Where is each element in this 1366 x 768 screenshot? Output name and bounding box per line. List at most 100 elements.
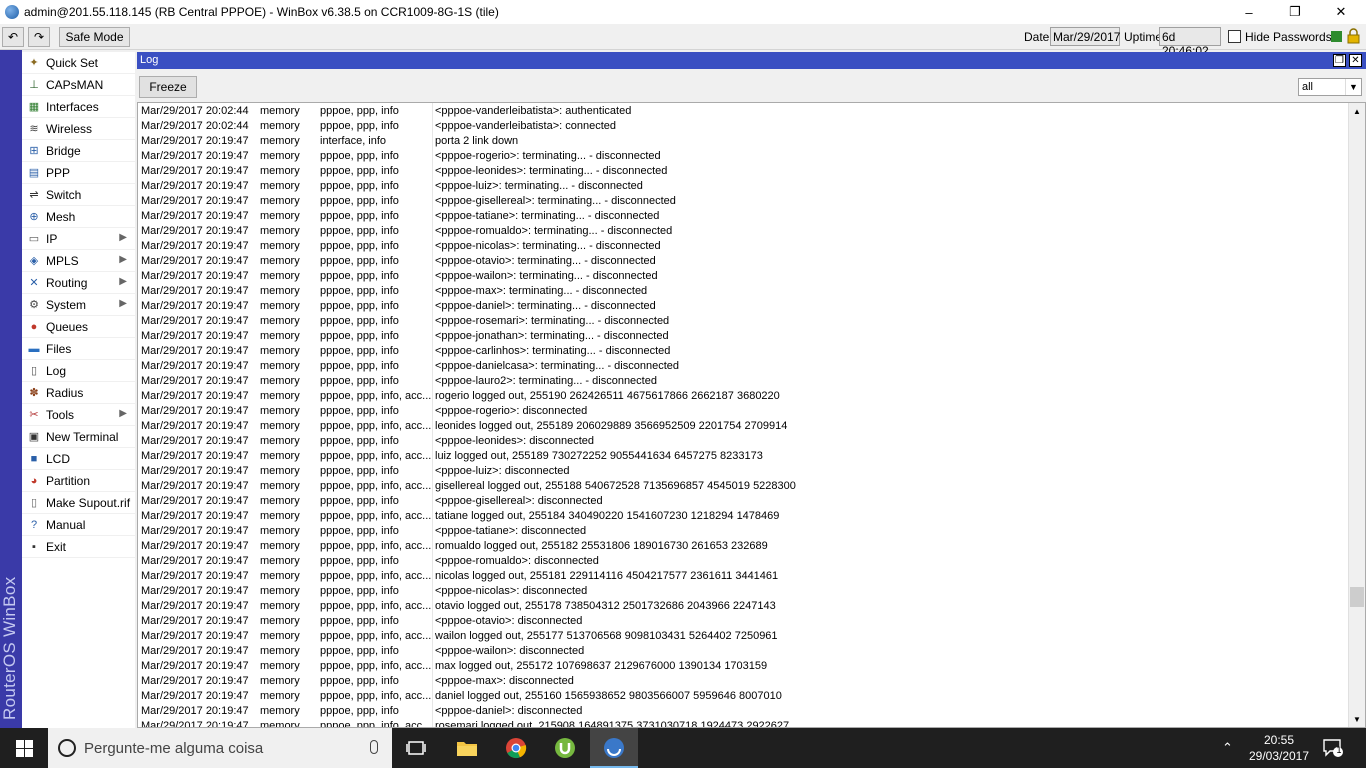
mpls-icon: ◈ — [29, 254, 39, 267]
table-row[interactable]: Mar/29/2017 20:19:47 memory pppoe, ppp, in… — [138, 524, 1348, 539]
table-row[interactable]: Mar/29/2017 20:19:47 memory pppoe, ppp, in… — [138, 539, 1348, 554]
log-message: <pppoe-tatiane>: terminating... - discon… — [435, 210, 660, 222]
table-row[interactable]: Mar/29/2017 20:19:47 memory pppoe, ppp, in… — [138, 614, 1348, 629]
table-row[interactable]: Mar/29/2017 20:19:47 memory pppoe, ppp, in… — [138, 179, 1348, 194]
table-row[interactable]: Mar/29/2017 20:19:47 memory pppoe, ppp, in… — [138, 254, 1348, 269]
sidebar-item-ip[interactable]: ▭ IP ▶ — [22, 228, 135, 250]
microphone-icon[interactable] — [370, 740, 378, 754]
sidebar-item-radius[interactable]: ✽ Radius — [22, 382, 135, 404]
sidebar-item-mpls[interactable]: ◈ MPLS ▶ — [22, 250, 135, 272]
sidebar-item-partition[interactable]: ◕ Partition — [22, 470, 135, 492]
table-row[interactable]: Mar/29/2017 20:19:47 memory pppoe, ppp, in… — [138, 329, 1348, 344]
scroll-down-icon[interactable]: ▼ — [1349, 711, 1365, 727]
sidebar-item-make-supout-rif[interactable]: ▯ Make Supout.rif — [22, 492, 135, 514]
table-row[interactable]: Mar/29/2017 20:19:47 memory pppoe, ppp, in… — [138, 359, 1348, 374]
sidebar-item-switch[interactable]: ⇌ Switch — [22, 184, 135, 206]
table-row[interactable]: Mar/29/2017 20:19:47 memory pppoe, ppp, in… — [138, 389, 1348, 404]
table-row[interactable]: Mar/29/2017 20:19:47 memory pppoe, ppp, in… — [138, 194, 1348, 209]
table-row[interactable]: Mar/29/2017 20:19:47 memory interface, inf… — [138, 134, 1348, 149]
sidebar-item-interfaces[interactable]: ▦ Interfaces — [22, 96, 135, 118]
minimize-button[interactable]: – — [1226, 0, 1272, 24]
table-row[interactable]: Mar/29/2017 20:19:47 memory pppoe, ppp, in… — [138, 434, 1348, 449]
scroll-up-icon[interactable]: ▲ — [1349, 103, 1365, 119]
table-row[interactable]: Mar/29/2017 20:19:47 memory pppoe, ppp, in… — [138, 314, 1348, 329]
redo-button[interactable]: ↷ — [28, 27, 50, 47]
table-row[interactable]: Mar/29/2017 20:02:44 memory pppoe, ppp, in… — [138, 104, 1348, 119]
taskbar-search-box[interactable]: Pergunte-me alguma coisa — [48, 728, 392, 768]
log-topics: pppoe, ppp, info, acc... — [320, 450, 432, 462]
sidebar-item-ppp[interactable]: ▤ PPP — [22, 162, 135, 184]
sidebar-item-manual[interactable]: ? Manual — [22, 514, 135, 536]
table-row[interactable]: Mar/29/2017 20:19:47 memory pppoe, ppp, in… — [138, 659, 1348, 674]
table-row[interactable]: Mar/29/2017 20:19:47 memory pppoe, ppp, in… — [138, 629, 1348, 644]
log-buffer: memory — [260, 465, 300, 477]
sidebar-item-quick-set[interactable]: ✦ Quick Set — [22, 52, 135, 74]
taskbar-chrome[interactable] — [492, 728, 540, 768]
table-row[interactable]: Mar/29/2017 20:19:47 memory pppoe, ppp, in… — [138, 224, 1348, 239]
log-filter-select[interactable]: all ▼ — [1298, 78, 1362, 96]
sidebar-item-routing[interactable]: ✕ Routing ▶ — [22, 272, 135, 294]
log-scrollbar[interactable]: ▲ ▼ — [1348, 103, 1365, 727]
taskbar-utorrent[interactable] — [541, 728, 589, 768]
taskbar-clock[interactable]: 20:55 29/03/2017 — [1244, 732, 1314, 764]
taskbar-winbox[interactable] — [590, 728, 638, 768]
table-row[interactable]: Mar/29/2017 20:19:47 memory pppoe, ppp, in… — [138, 374, 1348, 389]
sidebar-item-log[interactable]: ▯ Log — [22, 360, 135, 382]
undo-button[interactable]: ↶ — [2, 27, 24, 47]
sidebar-item-exit[interactable]: ▪ Exit — [22, 536, 135, 558]
log-close-button[interactable]: ✕ — [1349, 54, 1362, 67]
table-row[interactable]: Mar/29/2017 20:19:47 memory pppoe, ppp, in… — [138, 644, 1348, 659]
sidebar-item-bridge[interactable]: ⊞ Bridge — [22, 140, 135, 162]
scroll-thumb[interactable] — [1350, 587, 1364, 607]
freeze-button[interactable]: Freeze — [139, 76, 197, 98]
close-button[interactable]: ✕ — [1318, 0, 1364, 24]
start-button[interactable] — [0, 728, 48, 768]
log-time: Mar/29/2017 20:19:47 — [141, 495, 249, 507]
taskbar-file-explorer[interactable] — [443, 728, 491, 768]
table-row[interactable]: Mar/29/2017 20:19:47 memory pppoe, ppp, in… — [138, 419, 1348, 434]
table-row[interactable]: Mar/29/2017 20:19:47 memory pppoe, ppp, in… — [138, 599, 1348, 614]
table-row[interactable]: Mar/29/2017 20:19:47 memory pppoe, ppp, in… — [138, 284, 1348, 299]
table-row[interactable]: Mar/29/2017 20:19:47 memory pppoe, ppp, in… — [138, 404, 1348, 419]
table-row[interactable]: Mar/29/2017 20:19:47 memory pppoe, ppp, in… — [138, 449, 1348, 464]
sidebar-item-system[interactable]: ⚙ System ▶ — [22, 294, 135, 316]
action-center-button[interactable]: 1 — [1322, 738, 1346, 760]
sidebar-item-mesh[interactable]: ⊕ Mesh — [22, 206, 135, 228]
table-row[interactable]: Mar/29/2017 20:19:47 memory pppoe, ppp, in… — [138, 554, 1348, 569]
table-row[interactable]: Mar/29/2017 20:19:47 memory pppoe, ppp, in… — [138, 689, 1348, 704]
table-row[interactable]: Mar/29/2017 20:19:47 memory pppoe, ppp, in… — [138, 584, 1348, 599]
table-row[interactable]: Mar/29/2017 20:19:47 memory pppoe, ppp, in… — [138, 209, 1348, 224]
table-row[interactable]: Mar/29/2017 20:19:47 memory pppoe, ppp, in… — [138, 719, 1348, 727]
tray-expand-icon[interactable]: ⌃ — [1222, 740, 1233, 756]
table-row[interactable]: Mar/29/2017 20:19:47 memory pppoe, ppp, in… — [138, 239, 1348, 254]
table-row[interactable]: Mar/29/2017 20:19:47 memory pppoe, ppp, in… — [138, 464, 1348, 479]
sidebar-item-wireless[interactable]: ≋ Wireless — [22, 118, 135, 140]
log-buffer: memory — [260, 480, 300, 492]
sidebar-item-capsman[interactable]: ⊥ CAPsMAN — [22, 74, 135, 96]
safe-mode-button[interactable]: Safe Mode — [59, 27, 130, 47]
sidebar-item-queues[interactable]: ● Queues — [22, 316, 135, 338]
table-row[interactable]: Mar/29/2017 20:19:47 memory pppoe, ppp, in… — [138, 509, 1348, 524]
sidebar-item-new-terminal[interactable]: ▣ New Terminal — [22, 426, 135, 448]
sidebar-item-files[interactable]: ▬ Files — [22, 338, 135, 360]
table-row[interactable]: Mar/29/2017 20:19:47 memory pppoe, ppp, in… — [138, 479, 1348, 494]
hide-passwords-checkbox[interactable] — [1228, 30, 1241, 43]
log-maximize-button[interactable]: ❐ — [1333, 54, 1346, 67]
table-row[interactable]: Mar/29/2017 20:19:47 memory pppoe, ppp, in… — [138, 494, 1348, 509]
sidebar-item-tools[interactable]: ✂ Tools ▶ — [22, 404, 135, 426]
task-view-button[interactable] — [392, 728, 440, 768]
maximize-button[interactable]: ❐ — [1272, 0, 1318, 24]
log-table[interactable]: Mar/29/2017 20:02:44 memory pppoe, ppp, in… — [137, 102, 1366, 728]
log-message: <pppoe-rosemari>: terminating... - disco… — [435, 315, 670, 327]
table-row[interactable]: Mar/29/2017 20:19:47 memory pppoe, ppp, in… — [138, 269, 1348, 284]
log-time: Mar/29/2017 20:19:47 — [141, 705, 249, 717]
table-row[interactable]: Mar/29/2017 20:19:47 memory pppoe, ppp, in… — [138, 569, 1348, 584]
table-row[interactable]: Mar/29/2017 20:19:47 memory pppoe, ppp, in… — [138, 149, 1348, 164]
table-row[interactable]: Mar/29/2017 20:19:47 memory pppoe, ppp, in… — [138, 344, 1348, 359]
table-row[interactable]: Mar/29/2017 20:19:47 memory pppoe, ppp, in… — [138, 674, 1348, 689]
table-row[interactable]: Mar/29/2017 20:02:44 memory pppoe, ppp, in… — [138, 119, 1348, 134]
table-row[interactable]: Mar/29/2017 20:19:47 memory pppoe, ppp, in… — [138, 704, 1348, 719]
table-row[interactable]: Mar/29/2017 20:19:47 memory pppoe, ppp, in… — [138, 164, 1348, 179]
sidebar-item-lcd[interactable]: ■ LCD — [22, 448, 135, 470]
table-row[interactable]: Mar/29/2017 20:19:47 memory pppoe, ppp, in… — [138, 299, 1348, 314]
